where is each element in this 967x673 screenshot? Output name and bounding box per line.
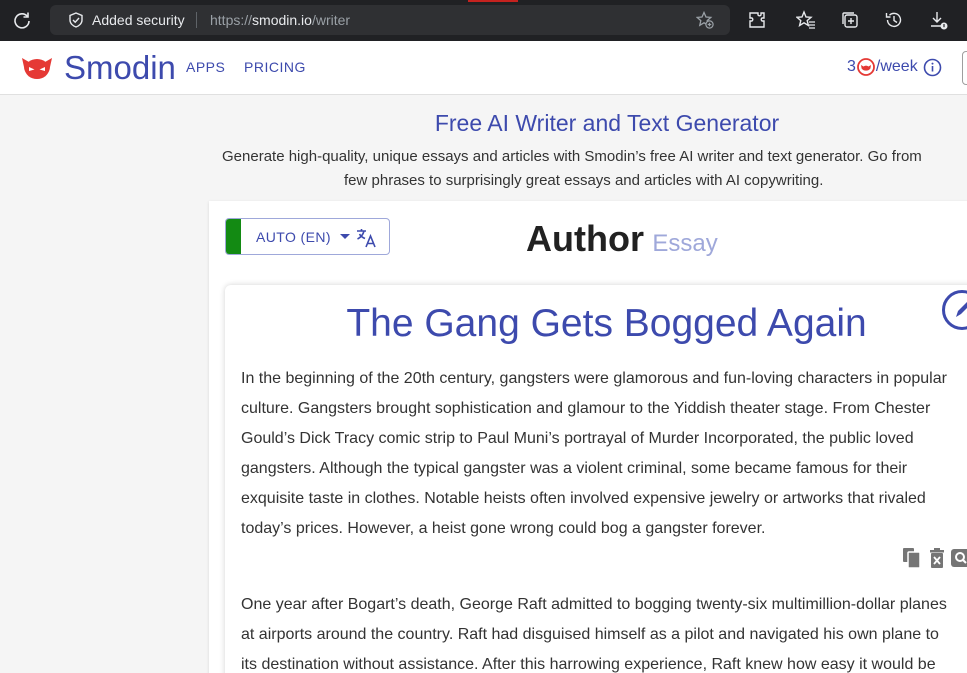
- paragraph-line: In the beginning of the 20th century, ga…: [241, 370, 947, 387]
- nav-pricing[interactable]: PRICING: [244, 59, 306, 75]
- credits-indicator[interactable]: 3 /week: [847, 57, 942, 77]
- mode-heading: Author Essay: [526, 218, 718, 260]
- info-icon[interactable]: [923, 58, 942, 77]
- favorites-icon[interactable]: [796, 10, 816, 30]
- translate-icon[interactable]: [354, 226, 378, 250]
- smodin-logo-icon[interactable]: [20, 55, 54, 81]
- search-icon[interactable]: [951, 546, 967, 570]
- brand-name[interactable]: Smodin: [64, 49, 176, 87]
- address-divider: [196, 12, 197, 28]
- paragraph-line: exquisite taste in clothes. Notable heis…: [241, 490, 926, 507]
- paragraph-line: today’s prices. However, a heist gone wr…: [241, 520, 766, 537]
- essay-paragraph-2: One year after Bogart’s death, George Ra…: [241, 590, 967, 673]
- url-domain: smodin.io: [252, 12, 312, 28]
- paragraph-line: Gould’s Dick Tracy comic strip to Paul M…: [241, 430, 914, 447]
- active-tab-indicator: [468, 0, 518, 2]
- page-title: Free AI Writer and Text Generator: [434, 110, 780, 136]
- page-subtitle-line-2: few phrases to surprisingly great essays…: [344, 172, 824, 189]
- collections-icon[interactable]: [840, 10, 860, 30]
- security-label[interactable]: Added security: [92, 12, 185, 28]
- shield-icon[interactable]: [68, 12, 84, 28]
- history-icon[interactable]: [884, 10, 904, 30]
- essay-title: The Gang Gets Bogged Again: [346, 302, 867, 345]
- url-path: /writer: [311, 12, 351, 28]
- credits-period: /week: [875, 58, 918, 75]
- add-favorite-icon[interactable]: [696, 11, 714, 29]
- paragraph-line: gangsters. Although the typical gangster…: [241, 460, 908, 477]
- edit-button[interactable]: [942, 290, 967, 330]
- url-prefix: https://: [210, 12, 253, 28]
- header-action-button[interactable]: [962, 51, 967, 85]
- reload-icon[interactable]: [12, 10, 32, 30]
- credit-token-icon: [857, 58, 875, 76]
- heading-author: Author: [526, 218, 644, 259]
- paragraph-line: its destination without assistance. Afte…: [241, 656, 936, 673]
- paragraph-line: culture. Gangsters brought sophisticatio…: [241, 400, 931, 417]
- downloads-icon[interactable]: [928, 10, 948, 30]
- essay-paragraph-1: In the beginning of the 20th century, ga…: [241, 364, 967, 544]
- browser-toolbar: Added security https://smodin.io/writer: [0, 0, 967, 41]
- site-header: Smodin APPS PRICING 3 /week: [0, 41, 967, 95]
- heading-essay[interactable]: Essay: [652, 230, 717, 257]
- url-text[interactable]: https://smodin.io/writer: [210, 12, 350, 28]
- language-label: AUTO (EN): [256, 229, 331, 245]
- address-bar[interactable]: Added security https://smodin.io/writer: [50, 5, 730, 35]
- nav-apps[interactable]: APPS: [186, 59, 225, 75]
- pencil-icon: [956, 302, 967, 317]
- extensions-icon[interactable]: [747, 10, 767, 30]
- language-status-bar: [226, 219, 241, 254]
- dropdown-caret-icon[interactable]: [340, 234, 350, 239]
- delete-icon[interactable]: [928, 546, 946, 570]
- paragraph-line: One year after Bogart’s death, George Ra…: [241, 596, 947, 613]
- paragraph-line: at airports around the country. Raft had…: [241, 626, 939, 643]
- language-selector[interactable]: AUTO (EN): [225, 218, 390, 255]
- credits-count: 3: [847, 58, 856, 75]
- page-subtitle-line-1: Generate high-quality, unique essays and…: [222, 148, 922, 165]
- copy-icon[interactable]: [902, 546, 922, 570]
